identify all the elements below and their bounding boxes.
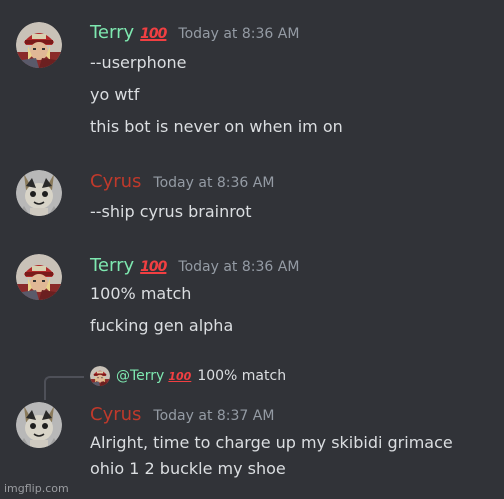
- terry-avatar-icon: [90, 366, 110, 386]
- timestamp[interactable]: Today at 8:36 AM: [178, 259, 299, 275]
- username[interactable]: Cyrus: [90, 171, 141, 192]
- reply-connector: [44, 376, 84, 400]
- terry-avatar-icon[interactable]: [16, 254, 62, 300]
- message-line: ohio 1 2 buckle my shoe: [90, 459, 286, 478]
- message-line: Alright, time to charge up my skibidi gr…: [90, 433, 453, 452]
- reply-text[interactable]: 100% match: [197, 368, 286, 384]
- cyrus-avatar-icon[interactable]: [16, 170, 62, 216]
- hundred-points-icon: 100: [140, 259, 167, 275]
- hundred-points-icon: 100: [140, 26, 167, 42]
- username[interactable]: Cyrus: [90, 404, 141, 425]
- cyrus-avatar-icon[interactable]: [16, 402, 62, 448]
- hundred-points-icon: 100: [168, 369, 192, 383]
- reply-mention[interactable]: @Terry: [116, 368, 164, 384]
- timestamp[interactable]: Today at 8:36 AM: [153, 175, 274, 191]
- watermark: imgflip.com: [4, 482, 69, 495]
- message-line: fucking gen alpha: [90, 316, 234, 335]
- username[interactable]: Terry: [90, 22, 134, 43]
- message-line: this bot is never on when im on: [90, 117, 343, 136]
- message-line: --userphone: [90, 53, 187, 72]
- message-line: 100% match: [90, 284, 192, 303]
- terry-avatar-icon[interactable]: [16, 22, 62, 68]
- message-line: yo wtf: [90, 85, 140, 104]
- message-line: --ship cyrus brainrot: [90, 202, 252, 221]
- timestamp[interactable]: Today at 8:36 AM: [178, 26, 299, 42]
- timestamp[interactable]: Today at 8:37 AM: [153, 408, 274, 424]
- reply-preview[interactable]: @Terry 100 100% match: [90, 366, 286, 386]
- username[interactable]: Terry: [90, 255, 134, 276]
